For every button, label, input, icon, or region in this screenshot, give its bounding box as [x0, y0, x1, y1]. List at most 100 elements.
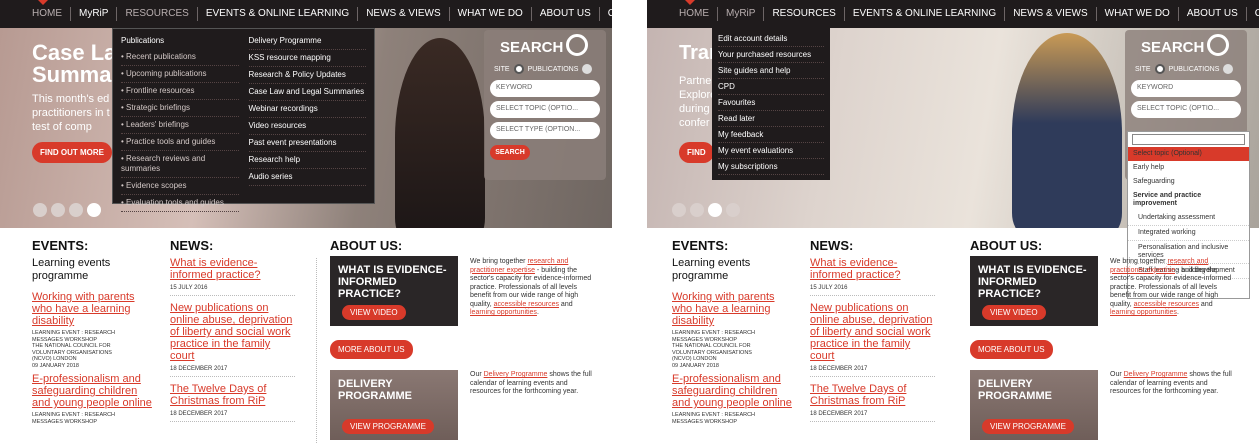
menu-item[interactable]: • Leaders' briefings: [121, 117, 239, 134]
menu-item[interactable]: • Evidence scopes: [121, 178, 239, 195]
carousel-dot-active[interactable]: [87, 203, 101, 217]
news-heading: NEWS:: [170, 238, 214, 253]
menu-item[interactable]: Delivery Programme: [248, 33, 366, 50]
news-link[interactable]: What is evidence-informed practice?: [170, 257, 295, 281]
delivery-tile[interactable]: DELIVERY PROGRAMME VIEW PROGRAMME: [970, 370, 1098, 440]
view-video-button[interactable]: VIEW VIDEO: [982, 305, 1046, 320]
topic-option-selected[interactable]: Select topic (Optional): [1128, 147, 1249, 161]
news-link[interactable]: New publications on online abuse, depriv…: [810, 302, 935, 362]
carousel-dot[interactable]: [51, 203, 65, 217]
find-out-more-button[interactable]: FIND OUT MORE: [32, 142, 112, 163]
event-link[interactable]: E-professionalism and safeguarding child…: [32, 373, 152, 409]
nav-home[interactable]: HOME: [671, 7, 718, 21]
keyword-input[interactable]: KEYWORD: [490, 80, 600, 97]
menu-publications[interactable]: Publications: [121, 33, 239, 49]
nav-home[interactable]: HOME: [24, 7, 71, 21]
news-link[interactable]: The Twelve Days of Christmas from RiP: [810, 383, 935, 407]
delivery-text: Our Delivery Programme shows the full ca…: [470, 371, 592, 395]
learning-link[interactable]: learning opportunities: [1110, 309, 1177, 316]
menu-item[interactable]: • Recent publications: [121, 49, 239, 66]
menu-item[interactable]: Case Law and Legal Summaries: [248, 84, 366, 101]
event-link[interactable]: Working with parents who have a learning…: [672, 291, 792, 327]
more-about-us-button[interactable]: MORE ABOUT US: [330, 340, 413, 359]
carousel-dot[interactable]: [69, 203, 83, 217]
nav-contact[interactable]: CONTACT: [600, 7, 612, 21]
delivery-tile-title: DELIVERY PROGRAMME: [338, 378, 412, 402]
search-button[interactable]: SEARCH: [490, 145, 530, 160]
menu-item[interactable]: Research & Policy Updates: [248, 67, 366, 84]
find-button[interactable]: FIND: [679, 142, 714, 163]
delivery-link[interactable]: Delivery Programme: [1124, 371, 1188, 378]
nav-what-we-do[interactable]: WHAT WE DO: [1097, 7, 1179, 21]
site-radio[interactable]: [1154, 64, 1165, 74]
evidence-tile[interactable]: WHAT IS EVIDENCE-INFORMED PRACTICE? VIEW…: [330, 256, 458, 326]
menu-item[interactable]: • Evaluation tools and guides: [121, 195, 239, 212]
topic-option[interactable]: Safeguarding: [1128, 175, 1249, 189]
keyword-input[interactable]: KEYWORD: [1131, 80, 1241, 97]
delivery-tile[interactable]: DELIVERY PROGRAMME VIEW PROGRAMME: [330, 370, 458, 440]
nav-resources[interactable]: RESOURCES: [117, 7, 198, 21]
more-about-us-button[interactable]: MORE ABOUT US: [970, 340, 1053, 359]
menu-item[interactable]: • Research reviews and summaries: [121, 151, 239, 178]
menu-item[interactable]: Site guides and help: [718, 63, 824, 79]
menu-item[interactable]: Edit account details: [718, 31, 824, 47]
topic-option[interactable]: Early help: [1128, 161, 1249, 175]
topic-select[interactable]: SELECT TOPIC (OPTIO...: [1131, 101, 1241, 118]
nav-news[interactable]: NEWS & VIEWS: [1005, 7, 1097, 21]
menu-item[interactable]: • Frontline resources: [121, 83, 239, 100]
view-video-button[interactable]: VIEW VIDEO: [342, 305, 406, 320]
nav-contact[interactable]: CONTACT: [1247, 7, 1259, 21]
menu-item[interactable]: • Upcoming publications: [121, 66, 239, 83]
publications-radio[interactable]: [582, 64, 593, 74]
type-select[interactable]: SELECT TYPE (OPTION...: [490, 122, 600, 139]
topic-select[interactable]: SELECT TOPIC (OPTIO...: [490, 101, 600, 118]
nav-news[interactable]: NEWS & VIEWS: [358, 7, 450, 21]
topic-filter-input[interactable]: [1132, 134, 1245, 145]
nav-about[interactable]: ABOUT US: [1179, 7, 1247, 21]
carousel-dot[interactable]: [672, 203, 686, 217]
news-link[interactable]: What is evidence-informed practice?: [810, 257, 935, 281]
resources-link[interactable]: accessible resources: [494, 301, 559, 308]
nav-resources[interactable]: RESOURCES: [764, 7, 845, 21]
event-link[interactable]: E-professionalism and safeguarding child…: [672, 373, 792, 409]
menu-item[interactable]: My event evaluations: [718, 143, 824, 159]
menu-item[interactable]: KSS resource mapping: [248, 50, 366, 67]
menu-item[interactable]: Your purchased resources: [718, 47, 824, 63]
delivery-link[interactable]: Delivery Programme: [484, 371, 548, 378]
nav-events[interactable]: EVENTS & ONLINE LEARNING: [845, 7, 1006, 21]
menu-item[interactable]: CPD: [718, 79, 824, 95]
event-link[interactable]: Working with parents who have a learning…: [32, 291, 152, 327]
menu-item[interactable]: Past event presentations: [248, 135, 366, 152]
carousel-dot[interactable]: [33, 203, 47, 217]
menu-item[interactable]: Favourites: [718, 95, 824, 111]
publications-radio[interactable]: [1223, 64, 1234, 74]
topic-option[interactable]: Undertaking assessment: [1128, 211, 1249, 226]
menu-item[interactable]: Research help: [248, 152, 366, 169]
nav-events[interactable]: EVENTS & ONLINE LEARNING: [198, 7, 359, 21]
carousel-dot[interactable]: [726, 203, 740, 217]
menu-item[interactable]: My feedback: [718, 127, 824, 143]
resources-link[interactable]: accessible resources: [1134, 301, 1199, 308]
nav-myrip[interactable]: MyRiP: [71, 7, 118, 21]
nav-what-we-do[interactable]: WHAT WE DO: [450, 7, 532, 21]
view-programme-button[interactable]: VIEW PROGRAMME: [982, 419, 1075, 434]
evidence-tile[interactable]: WHAT IS EVIDENCE-INFORMED PRACTICE? VIEW…: [970, 256, 1098, 326]
evidence-tile-title: WHAT IS EVIDENCE-INFORMED PRACTICE?: [338, 264, 447, 300]
view-programme-button[interactable]: VIEW PROGRAMME: [342, 419, 435, 434]
menu-item[interactable]: Video resources: [248, 118, 366, 135]
nav-myrip[interactable]: MyRiP: [718, 7, 765, 21]
site-radio[interactable]: [513, 64, 524, 74]
menu-item[interactable]: Audio series: [248, 169, 366, 186]
news-link[interactable]: The Twelve Days of Christmas from RiP: [170, 383, 295, 407]
menu-item[interactable]: Read later: [718, 111, 824, 127]
menu-item[interactable]: My subscriptions: [718, 159, 824, 175]
nav-indicator: [685, 0, 695, 5]
carousel-dot[interactable]: [690, 203, 704, 217]
menu-item[interactable]: • Practice tools and guides: [121, 134, 239, 151]
nav-about[interactable]: ABOUT US: [532, 7, 600, 21]
menu-item[interactable]: Webinar recordings: [248, 101, 366, 118]
menu-item[interactable]: • Strategic briefings: [121, 100, 239, 117]
news-link[interactable]: New publications on online abuse, depriv…: [170, 302, 295, 362]
carousel-dot-active[interactable]: [708, 203, 722, 217]
learning-link[interactable]: learning opportunities: [470, 309, 537, 316]
